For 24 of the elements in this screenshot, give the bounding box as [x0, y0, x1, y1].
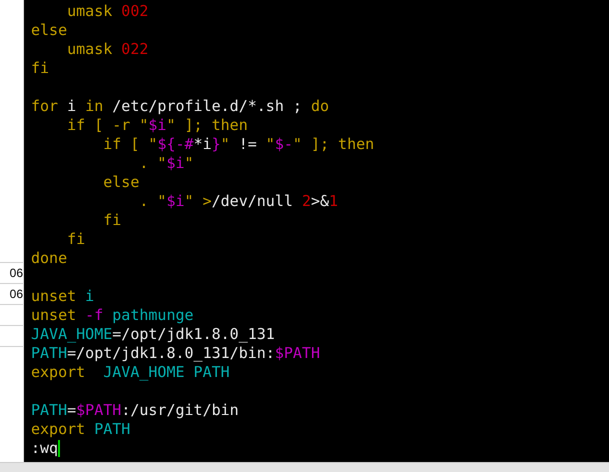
code-line: export JAVA_HOME PATH — [31, 363, 231, 382]
code-line: else — [102, 173, 140, 192]
code-line: fi — [102, 211, 122, 230]
code-line: export PATH — [31, 420, 132, 439]
text-cursor — [58, 440, 60, 457]
code-line: done — [31, 249, 68, 268]
code-line: PATH=$PATH:/usr/git/bin — [31, 401, 240, 420]
code-line: fi — [66, 230, 86, 249]
command-line[interactable]: :wq — [31, 439, 58, 458]
code-line: umask 002 — [66, 2, 150, 21]
table-cell: 06 — [0, 262, 23, 283]
code-line: fi — [31, 59, 50, 78]
code-line: for i in /etc/profile.d/*.sh ; do — [31, 97, 330, 116]
code-line: unset i — [31, 287, 96, 306]
code-line: umask 022 — [66, 40, 150, 59]
code-line: JAVA_HOME=/opt/jdk1.8.0_131 — [31, 325, 276, 344]
code-line: PATH=/opt/jdk1.8.0_131/bin:$PATH — [31, 344, 321, 363]
code-line: . "$i" — [138, 154, 195, 173]
table-cell: 06 — [0, 283, 23, 304]
code-line: if [ "${-#*i}" != "$-" ]; then — [102, 135, 376, 154]
code-line: if [ -r "$i" ]; then — [66, 116, 249, 135]
code-line: unset -f pathmunge — [31, 306, 195, 325]
code-line: . "$i" >/dev/null 2>&1 — [138, 192, 340, 211]
code-line: else — [31, 21, 68, 40]
